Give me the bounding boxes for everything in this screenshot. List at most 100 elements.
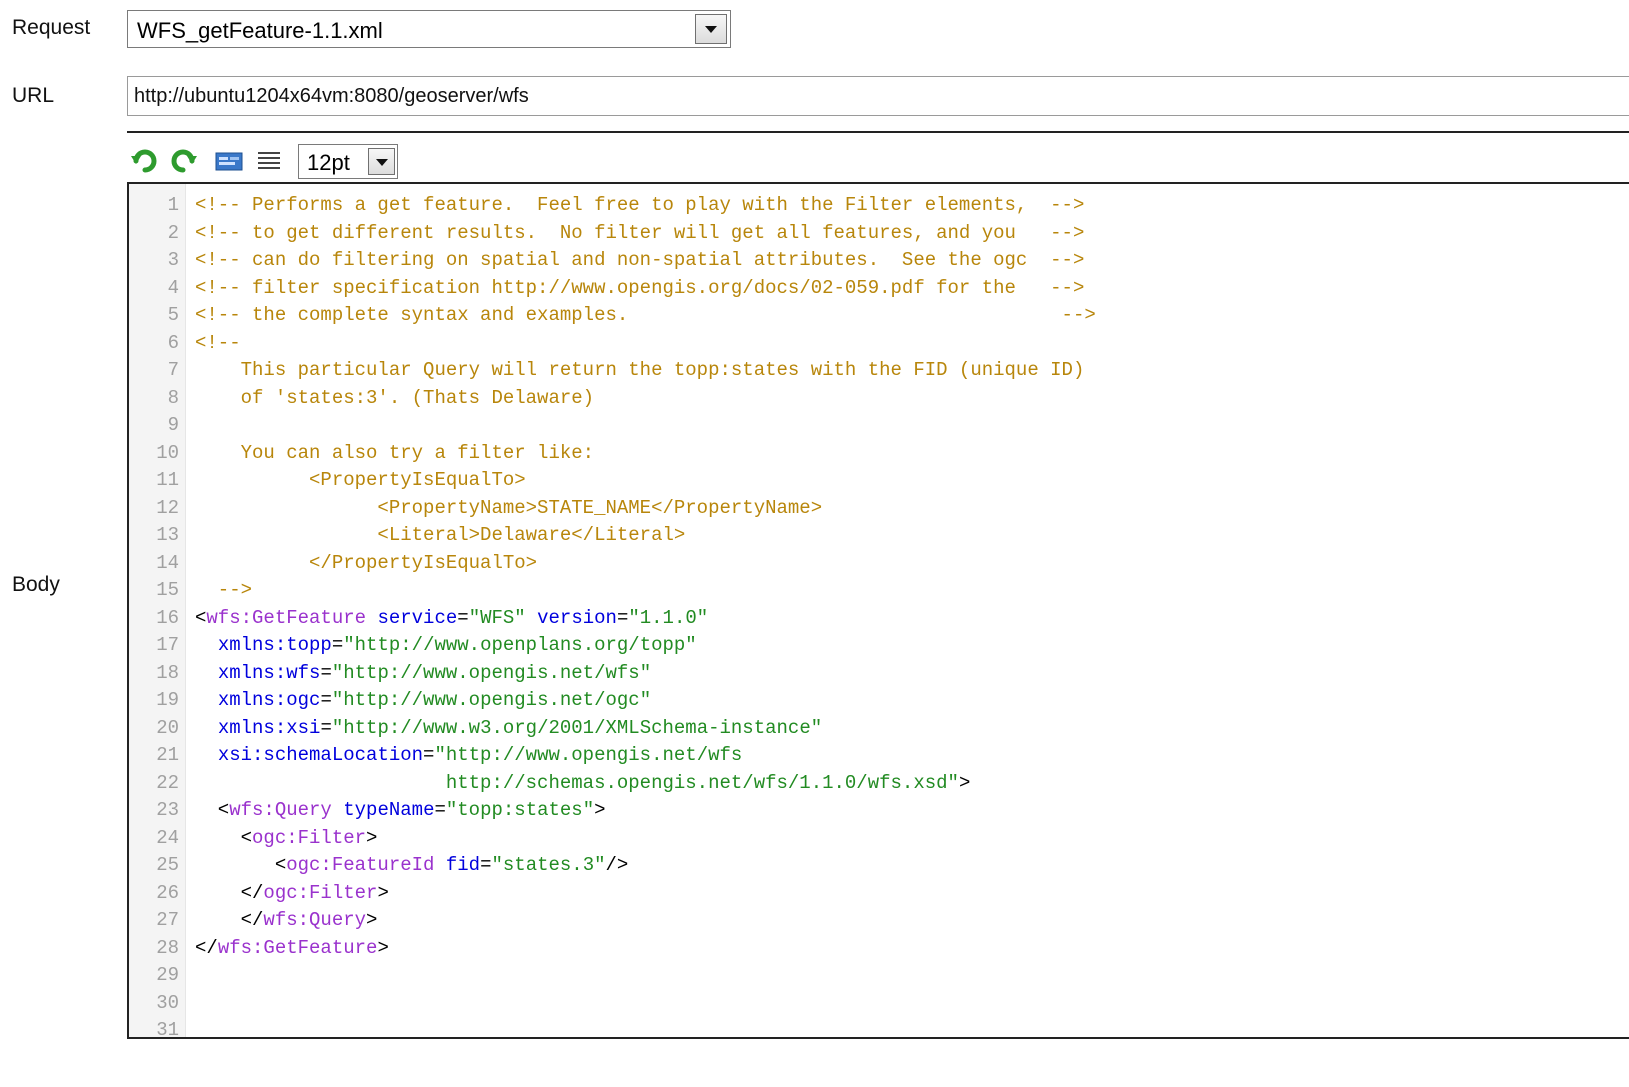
- code-line[interactable]: 14 </PropertyIsEqualTo>: [129, 550, 1629, 578]
- code-line[interactable]: 16 <wfs:GetFeature service="WFS" version=…: [129, 605, 1629, 633]
- code-text: of 'states:3'. (Thats Delaware): [195, 385, 594, 413]
- code-token-punct: <: [195, 826, 253, 849]
- code-token-punct: <: [195, 799, 230, 821]
- code-text: -->: [195, 577, 252, 605]
- code-token-attr: fid: [445, 854, 481, 876]
- url-input[interactable]: [127, 76, 1629, 116]
- code-token-punct: >: [377, 881, 389, 904]
- code-text: <PropertyIsEqualTo>: [195, 467, 526, 495]
- code-line[interactable]: 23 <wfs:Query typeName="topp:states">: [129, 797, 1629, 825]
- line-number: 15: [156, 579, 179, 601]
- code-line[interactable]: 27 </wfs:Query>: [129, 907, 1629, 935]
- code-line[interactable]: 5 <!-- the complete syntax and examples. …: [129, 302, 1629, 330]
- code-token-val: "http://www.opengis.net/wfs": [331, 661, 652, 684]
- line-number: 22: [156, 771, 179, 794]
- line-number: 17: [156, 634, 179, 656]
- code-line[interactable]: 24 <ogc:Filter>: [129, 825, 1629, 853]
- code-line[interactable]: 26 </ogc:Filter>: [129, 880, 1629, 908]
- code-token-tag: wfs:GetFeature: [206, 606, 367, 629]
- undo-icon[interactable]: [130, 146, 160, 176]
- code-token-attr: xmlns:xsi: [217, 716, 321, 739]
- code-token-tag: ogc:Filter: [263, 881, 378, 904]
- code-token-punct: [195, 689, 218, 711]
- line-number: 2: [167, 221, 179, 244]
- code-line[interactable]: 30: [129, 990, 1629, 1018]
- code-token-val: "WFS": [468, 606, 526, 629]
- code-token-punct: >: [366, 826, 378, 849]
- format-xml-icon[interactable]: [214, 146, 244, 176]
- request-select[interactable]: WFS_getFeature-1.1.xml: [127, 10, 731, 48]
- code-line[interactable]: 2 <!-- to get different results. No filte…: [129, 220, 1629, 248]
- line-number: 14: [156, 551, 179, 574]
- code-line[interactable]: 4 <!-- filter specification http://www.op…: [129, 275, 1629, 303]
- code-token-punct: =: [616, 606, 629, 629]
- code-text: <!-- filter specification http://www.ope…: [195, 275, 1084, 303]
- font-size-select[interactable]: 12pt: [298, 144, 398, 179]
- code-token-val: "topp:states": [445, 799, 595, 821]
- code-token-tag: ogc:FeatureId: [286, 854, 435, 876]
- code-line[interactable]: 29: [129, 962, 1629, 990]
- code-text: <wfs:Query typeName="topp:states">: [195, 797, 606, 825]
- code-line[interactable]: 21 xsi:schemaLocation="http://www.opengi…: [129, 742, 1629, 770]
- code-line[interactable]: 8 of 'states:3'. (Thats Delaware): [129, 385, 1629, 413]
- code-token-punct: >: [958, 771, 971, 794]
- code-token-punct: >: [377, 936, 389, 959]
- code-line[interactable]: 22 http://schemas.opengis.net/wfs/1.1.0/…: [129, 770, 1629, 798]
- code-token-punct: />: [605, 854, 629, 876]
- code-token-tag: wfs:Query: [263, 909, 367, 931]
- line-number: 9: [167, 414, 179, 436]
- code-line[interactable]: 20 xmlns:xsi="http://www.w3.org/2001/XML…: [129, 715, 1629, 743]
- line-number: 6: [167, 331, 179, 354]
- code-line[interactable]: 6 <!--: [129, 330, 1629, 358]
- code-token-comment: of 'states:3'. (Thats Delaware): [195, 386, 595, 409]
- code-token-comment: <!--: [195, 331, 241, 354]
- code-token-punct: [366, 607, 377, 629]
- line-number: 19: [156, 689, 179, 711]
- code-text: <!--: [195, 330, 241, 358]
- code-text: <!-- the complete syntax and examples. -…: [195, 302, 1096, 330]
- code-line[interactable]: 10 You can also try a filter like:: [129, 440, 1629, 468]
- code-line[interactable]: 1 <!-- Performs a get feature. Feel free …: [129, 192, 1629, 220]
- code-text: <ogc:Filter>: [195, 825, 378, 853]
- code-text: </wfs:Query>: [195, 907, 378, 935]
- code-token-punct: <: [195, 606, 207, 629]
- request-dropdown-button[interactable]: [695, 14, 727, 44]
- code-text: You can also try a filter like:: [195, 440, 594, 468]
- code-line[interactable]: 13 <Literal>Delaware</Literal>: [129, 522, 1629, 550]
- code-line[interactable]: 12 <PropertyName>STATE_NAME</PropertyNam…: [129, 495, 1629, 523]
- line-number: 7: [167, 359, 179, 381]
- code-token-punct: =: [331, 634, 344, 656]
- code-token-comment: <!-- Performs a get feature. Feel free t…: [195, 194, 1085, 216]
- code-line[interactable]: 9: [129, 412, 1629, 440]
- redo-icon[interactable]: [168, 146, 198, 176]
- line-number: 28: [156, 936, 179, 959]
- code-line[interactable]: 11 <PropertyIsEqualTo>: [129, 467, 1629, 495]
- code-token-attr: xmlns:ogc: [217, 689, 321, 711]
- line-number: 29: [156, 964, 179, 986]
- code-line[interactable]: 17 xmlns:topp="http://www.openplans.org/…: [129, 632, 1629, 660]
- code-token-punct: =: [320, 716, 332, 739]
- code-editor[interactable]: 1 <!-- Performs a get feature. Feel free …: [127, 182, 1629, 1039]
- code-line[interactable]: 7 This particular Query will return the …: [129, 357, 1629, 385]
- line-number: 11: [156, 469, 179, 491]
- code-token-tag: ogc:Filter: [252, 826, 367, 849]
- code-line[interactable]: 31: [129, 1017, 1629, 1037]
- code-text: </wfs:GetFeature>: [195, 935, 389, 963]
- code-line[interactable]: 18 xmlns:wfs="http://www.opengis.net/wfs…: [129, 660, 1629, 688]
- code-text: <ogc:FeatureId fid="states.3"/>: [195, 852, 629, 880]
- code-token-punct: [195, 744, 218, 766]
- font-size-dropdown-button[interactable]: [368, 148, 395, 175]
- line-number: 18: [156, 661, 179, 684]
- code-line[interactable]: 3 <!-- can do filtering on spatial and no…: [129, 247, 1629, 275]
- code-token-val: "states.3": [491, 854, 606, 876]
- code-line[interactable]: 15 -->: [129, 577, 1629, 605]
- code-line[interactable]: 25 <ogc:FeatureId fid="states.3"/>: [129, 852, 1629, 880]
- request-select-value: WFS_getFeature-1.1.xml: [137, 18, 383, 43]
- code-token-comment: <!-- the complete syntax and examples. -…: [195, 304, 1096, 326]
- code-text: </PropertyIsEqualTo>: [195, 550, 537, 578]
- code-token-punct: [332, 799, 343, 821]
- align-lines-icon[interactable]: [254, 146, 284, 176]
- code-line[interactable]: 28 </wfs:GetFeature>: [129, 935, 1629, 963]
- code-token-attr: xmlns:wfs: [217, 661, 321, 684]
- code-line[interactable]: 19 xmlns:ogc="http://www.opengis.net/ogc…: [129, 687, 1629, 715]
